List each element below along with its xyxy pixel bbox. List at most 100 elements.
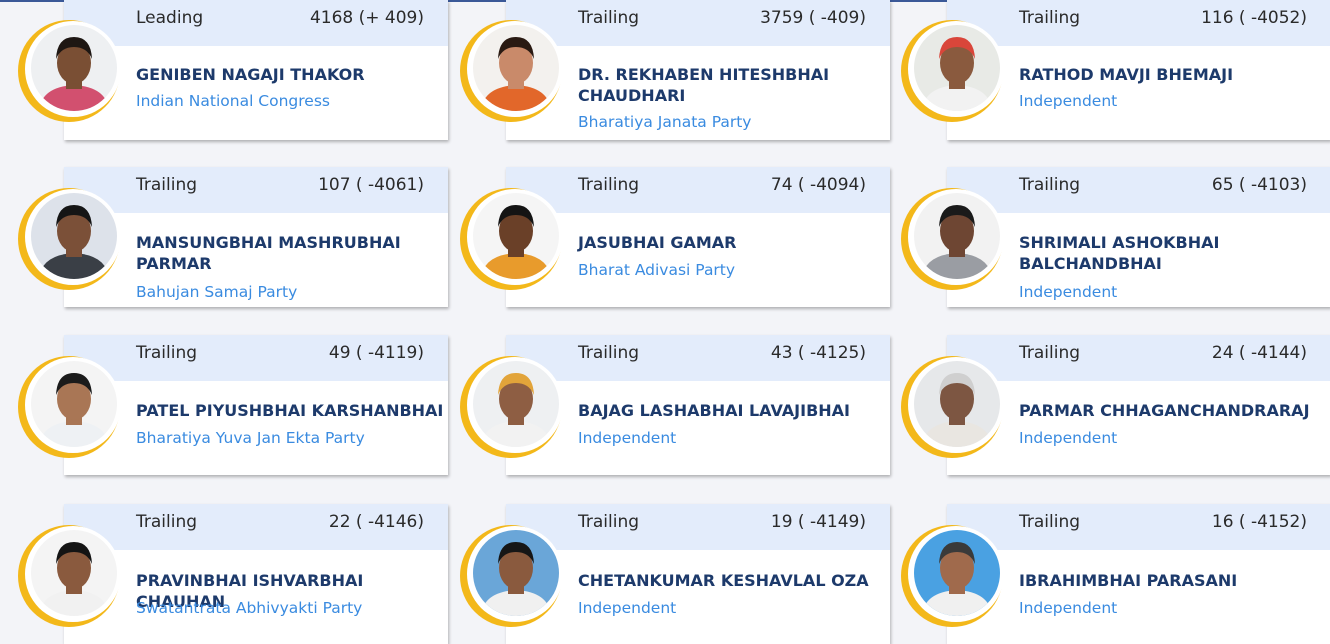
candidate-card[interactable]: Trailing 107 ( -4061) MANSUNGBHAI MASHRU… — [64, 167, 448, 307]
candidate-card[interactable]: Trailing 116 ( -4052) RATHOD MAVJI BHEMA… — [947, 0, 1330, 140]
candidate-name[interactable]: GENIBEN NAGAJI THAKOR — [136, 64, 448, 85]
candidate-avatar — [18, 356, 121, 458]
candidate-avatar — [901, 525, 1004, 627]
vote-count: 43 ( -4125) — [770, 343, 866, 363]
candidate-avatar — [901, 356, 1004, 458]
vote-count: 49 ( -4119) — [328, 343, 424, 363]
candidate-card[interactable]: Trailing 43 ( -4125) BAJAG LASHABHAI LAV… — [506, 335, 890, 475]
candidate-status: Trailing — [1019, 512, 1081, 532]
candidate-card[interactable]: Trailing 22 ( -4146) PRAVINBHAI ISHVARBH… — [64, 504, 448, 644]
portrait — [914, 530, 1000, 616]
candidate-name[interactable]: BAJAG LASHABHAI LAVAJIBHAI — [578, 400, 890, 421]
candidate-card[interactable]: Leading 4168 (+ 409) GENIBEN NAGAJI THAK… — [64, 0, 448, 140]
candidate-status: Trailing — [578, 512, 640, 532]
vote-count: 22 ( -4146) — [328, 512, 424, 532]
candidate-card[interactable]: Trailing 49 ( -4119) PATEL PIYUSHBHAI KA… — [64, 335, 448, 475]
party-name: Independent — [1019, 429, 1118, 447]
candidate-avatar — [901, 188, 1004, 290]
status-bar: Trailing 74 ( -4094) — [506, 167, 890, 213]
status-bar: Trailing 24 ( -4144) — [947, 335, 1330, 381]
candidate-status: Trailing — [1019, 8, 1081, 28]
candidate-avatar — [460, 188, 563, 290]
candidate-card[interactable]: Trailing 3759 ( -409) DR. REKHABEN HITES… — [506, 0, 890, 140]
candidate-avatar — [460, 525, 563, 627]
portrait — [473, 193, 559, 279]
candidate-status: Trailing — [578, 8, 640, 28]
portrait — [914, 25, 1000, 111]
candidate-status: Trailing — [136, 175, 198, 195]
status-bar: Leading 4168 (+ 409) — [64, 0, 448, 46]
candidate-status: Trailing — [136, 512, 198, 532]
avatar-photo — [914, 530, 1000, 616]
status-bar: Trailing 19 ( -4149) — [506, 504, 890, 550]
avatar-photo — [914, 361, 1000, 447]
candidate-name[interactable]: MANSUNGBHAI MASHRUBHAI PARMAR — [136, 232, 448, 274]
party-name: Independent — [1019, 599, 1118, 617]
candidate-status: Trailing — [136, 343, 198, 363]
avatar-photo — [914, 25, 1000, 111]
status-bar: Trailing 65 ( -4103) — [947, 167, 1330, 213]
party-name: Independent — [1019, 92, 1118, 110]
status-bar: Trailing 3759 ( -409) — [506, 0, 890, 46]
vote-count: 19 ( -4149) — [770, 512, 866, 532]
candidate-name[interactable]: PARMAR CHHAGANCHANDRARAJ — [1019, 400, 1330, 421]
candidate-avatar — [460, 356, 563, 458]
candidate-card[interactable]: Trailing 16 ( -4152) IBRAHIMBHAI PARASAN… — [947, 504, 1330, 644]
candidate-name[interactable]: DR. REKHABEN HITESHBHAI CHAUDHARI — [578, 64, 890, 106]
candidate-avatar — [18, 188, 121, 290]
vote-count: 3759 ( -409) — [760, 8, 866, 28]
candidate-name[interactable]: SHRIMALI ASHOKBHAI BALCHANDBHAI — [1019, 232, 1330, 274]
candidate-card[interactable]: Trailing 65 ( -4103) SHRIMALI ASHOKBHAI … — [947, 167, 1330, 307]
avatar-photo — [473, 530, 559, 616]
candidate-name[interactable]: PATEL PIYUSHBHAI KARSHANBHAI — [136, 400, 448, 421]
candidate-status: Trailing — [1019, 175, 1081, 195]
status-bar: Trailing 116 ( -4052) — [947, 0, 1330, 46]
avatar-photo — [31, 193, 117, 279]
party-name: Independent — [578, 599, 677, 617]
party-name: Swatantrata Abhivyakti Party — [136, 599, 363, 617]
vote-count: 4168 (+ 409) — [309, 8, 424, 28]
avatar-photo — [31, 361, 117, 447]
avatar-photo — [473, 25, 559, 111]
portrait — [31, 25, 117, 111]
status-bar: Trailing 49 ( -4119) — [64, 335, 448, 381]
candidate-name[interactable]: IBRAHIMBHAI PARASANI — [1019, 570, 1330, 591]
vote-count: 65 ( -4103) — [1211, 175, 1307, 195]
party-name: Bharatiya Janata Party — [578, 113, 752, 131]
candidate-status: Trailing — [578, 175, 640, 195]
portrait — [914, 193, 1000, 279]
candidate-avatar — [18, 20, 121, 122]
candidate-avatar — [460, 20, 563, 122]
status-bar: Trailing 107 ( -4061) — [64, 167, 448, 213]
candidate-name[interactable]: CHETANKUMAR KESHAVLAL OZA — [578, 570, 890, 591]
candidate-name[interactable]: RATHOD MAVJI BHEMAJI — [1019, 64, 1330, 85]
portrait — [31, 361, 117, 447]
candidate-avatar — [901, 20, 1004, 122]
candidate-status: Trailing — [578, 343, 640, 363]
candidate-card[interactable]: Trailing 74 ( -4094) JASUBHAI GAMAR Bhar… — [506, 167, 890, 307]
portrait — [914, 361, 1000, 447]
portrait — [473, 25, 559, 111]
avatar-photo — [473, 361, 559, 447]
portrait — [473, 530, 559, 616]
candidate-card[interactable]: Trailing 24 ( -4144) PARMAR CHHAGANCHAND… — [947, 335, 1330, 475]
candidate-status: Trailing — [1019, 343, 1081, 363]
vote-count: 74 ( -4094) — [770, 175, 866, 195]
candidate-card[interactable]: Trailing 19 ( -4149) CHETANKUMAR KESHAVL… — [506, 504, 890, 644]
party-name: Independent — [1019, 283, 1118, 301]
status-bar: Trailing 43 ( -4125) — [506, 335, 890, 381]
vote-count: 16 ( -4152) — [1211, 512, 1307, 532]
party-name: Bharatiya Yuva Jan Ekta Party — [136, 429, 365, 447]
party-name: Bharat Adivasi Party — [578, 261, 736, 279]
status-bar: Trailing 22 ( -4146) — [64, 504, 448, 550]
portrait — [473, 361, 559, 447]
avatar-photo — [31, 25, 117, 111]
portrait — [31, 530, 117, 616]
candidate-name[interactable]: JASUBHAI GAMAR — [578, 232, 890, 253]
candidate-avatar — [18, 525, 121, 627]
candidate-grid: Leading 4168 (+ 409) GENIBEN NAGAJI THAK… — [0, 0, 1330, 644]
party-name: Indian National Congress — [136, 92, 330, 110]
party-name: Independent — [578, 429, 677, 447]
avatar-photo — [914, 193, 1000, 279]
vote-count: 116 ( -4052) — [1201, 8, 1307, 28]
